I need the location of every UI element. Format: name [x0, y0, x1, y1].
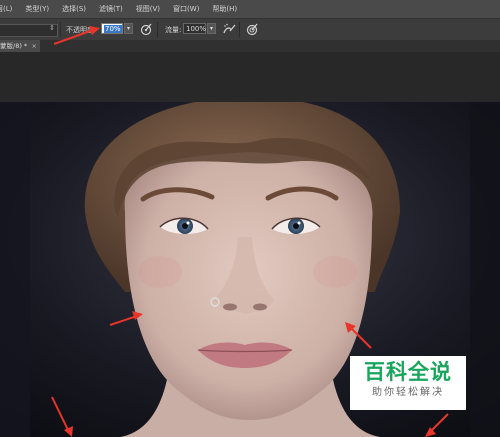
watermark-subtitle: 助你轻松解决 — [372, 387, 444, 398]
watermark-title: 百科全说 — [364, 360, 452, 384]
arrow-lower-left — [51, 396, 69, 431]
arrow-right-cheek — [350, 327, 372, 349]
watermark: 百科全说 助你轻松解决 — [350, 356, 466, 410]
arrow-left-cheek — [109, 315, 138, 326]
arrow-to-opacity — [53, 29, 94, 45]
arrow-lower-right — [429, 413, 449, 433]
